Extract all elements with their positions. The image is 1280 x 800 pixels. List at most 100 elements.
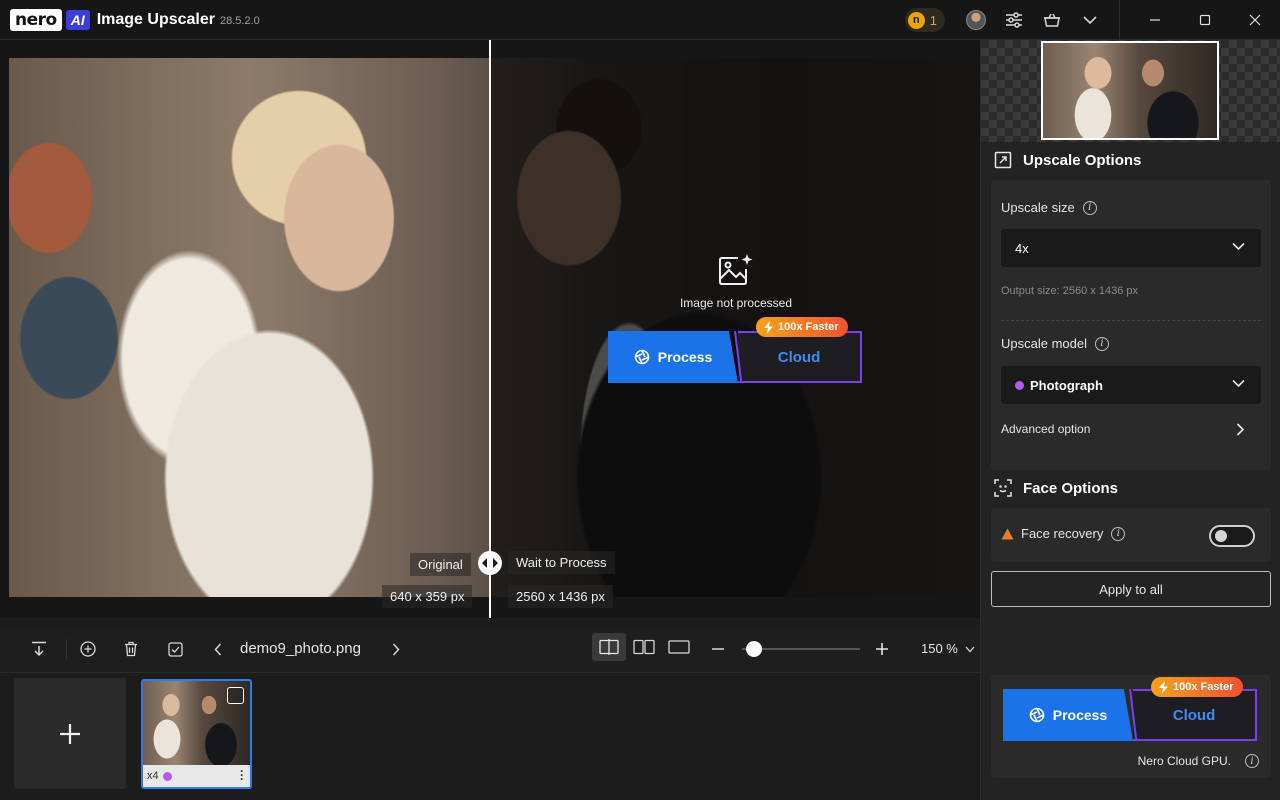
face-recovery-label: Face recovery xyxy=(1021,526,1104,541)
options-divider xyxy=(1001,320,1261,321)
plus-icon xyxy=(60,723,80,744)
download-icon xyxy=(32,641,46,657)
unprocessed-overlay xyxy=(490,58,969,597)
chevron-right-icon xyxy=(392,642,400,656)
single-view-icon xyxy=(668,640,690,654)
chevron-left-icon xyxy=(214,642,222,656)
upscale-options-card: Upscale size i 4x Output size: 2560 x 14… xyxy=(991,180,1271,470)
chevron-down-icon xyxy=(1232,379,1245,388)
bottom-toolbar: demo9_photo.png 150 % xyxy=(0,626,980,672)
previous-image-button[interactable] xyxy=(208,626,228,672)
navigator-thumbnail[interactable] xyxy=(1041,41,1219,140)
upscale-model-row: Upscale model i xyxy=(1001,336,1109,351)
add-image-button[interactable] xyxy=(76,626,100,672)
split-view-button[interactable] xyxy=(592,633,626,661)
zoom-out-button[interactable] xyxy=(708,626,728,672)
model-color-dot xyxy=(1015,380,1024,390)
output-size-text: Output size: 2560 x 1436 px xyxy=(1001,285,1138,297)
original-size-label: 640 x 359 px xyxy=(382,585,473,608)
not-processed-text: Image not processed xyxy=(679,296,793,310)
panel-faster-text: 100x Faster xyxy=(1173,681,1234,693)
zoom-slider-handle[interactable] xyxy=(745,641,762,657)
upscale-size-row: Upscale size i xyxy=(1001,200,1097,215)
store-button[interactable] xyxy=(1033,0,1071,40)
upscale-size-info-icon[interactable]: i xyxy=(1082,200,1097,215)
upscale-options-heading: Upscale Options xyxy=(993,150,1141,170)
canvas-process-button[interactable]: Process xyxy=(608,331,738,383)
single-view-button[interactable] xyxy=(662,633,696,661)
maximize-icon xyxy=(1199,14,1211,26)
compare-split-handle[interactable] xyxy=(478,551,502,575)
delete-button[interactable] xyxy=(119,626,143,672)
select-all-button[interactable] xyxy=(163,626,187,672)
current-filename: demo9_photo.png xyxy=(240,640,361,657)
add-circle-icon xyxy=(80,641,96,657)
canvas-cloud-label: Cloud xyxy=(777,348,821,366)
aperture-icon xyxy=(1029,707,1045,723)
split-view-icon xyxy=(599,639,619,655)
next-image-button[interactable] xyxy=(386,626,406,672)
cloud-gpu-row: Nero Cloud GPU. i xyxy=(1138,754,1259,768)
original-label: Original xyxy=(410,553,471,576)
plus-icon xyxy=(876,643,888,655)
chevron-down-icon xyxy=(965,646,974,653)
panel-process-group: Process Cloud 100x Faster xyxy=(1003,677,1257,743)
titlebar-actions: n 1 xyxy=(904,0,1280,40)
lightning-icon xyxy=(1159,680,1168,694)
zoom-level-select[interactable]: 150 % xyxy=(921,641,975,656)
side-by-side-icon xyxy=(633,639,655,655)
more-options-icon[interactable]: · · · xyxy=(240,765,244,785)
upscale-size-select[interactable]: 4x xyxy=(1001,229,1261,267)
warning-icon xyxy=(1001,528,1014,539)
advanced-option-label: Advanced option xyxy=(1001,422,1091,436)
panel-process-label: Process xyxy=(1052,707,1108,723)
upscale-model-select[interactable]: Photograph xyxy=(1001,366,1261,404)
more-menu-button[interactable] xyxy=(1071,0,1109,40)
advanced-option-row[interactable]: Advanced option xyxy=(1001,422,1261,436)
side-by-side-view-button[interactable] xyxy=(627,633,661,661)
face-recovery-row: Face recovery i xyxy=(1001,526,1126,541)
preview-canvas: Original 640 x 359 px Wait to Process 25… xyxy=(0,40,980,618)
panel-process-button[interactable]: Process xyxy=(1003,689,1133,741)
processed-size-label: 2560 x 1436 px xyxy=(508,585,613,608)
credit-count: 1 xyxy=(929,12,937,28)
cloud-gpu-info-icon[interactable]: i xyxy=(1245,754,1259,768)
face-recovery-toggle[interactable] xyxy=(1209,525,1255,547)
upscale-icon xyxy=(994,151,1012,169)
aperture-icon xyxy=(634,349,650,365)
credit-coin-icon: n xyxy=(907,11,925,29)
canvas-process-group: Process Cloud 100x Faster xyxy=(608,317,862,385)
lightning-icon xyxy=(764,320,773,334)
face-recovery-info-icon[interactable]: i xyxy=(1111,526,1126,541)
canvas-cloud-button[interactable]: Cloud xyxy=(738,331,862,383)
apply-to-all-button[interactable]: Apply to all xyxy=(991,571,1271,607)
chevron-right-icon xyxy=(1236,423,1245,436)
export-button[interactable] xyxy=(26,626,52,672)
maximize-button[interactable] xyxy=(1180,0,1230,40)
app-version: 28.5.2.0 xyxy=(219,15,260,27)
face-options-card: Face recovery i xyxy=(991,508,1271,562)
filmstrip-model-dot xyxy=(162,771,172,781)
compare-split-line[interactable] xyxy=(489,40,491,618)
app-window: nero AI Image Upscaler 28.5.2.0 n 1 Orig… xyxy=(0,0,1280,800)
upscale-model-info-icon[interactable]: i xyxy=(1095,336,1109,351)
add-image-tile[interactable] xyxy=(14,678,126,789)
credits-badge[interactable]: n 1 xyxy=(904,8,945,32)
close-button[interactable] xyxy=(1230,0,1280,40)
toolbar-divider xyxy=(66,639,67,659)
user-avatar-button[interactable] xyxy=(957,0,995,40)
filmstrip-item[interactable]: x4 · · · xyxy=(141,679,252,789)
filmstrip-item-checkbox[interactable] xyxy=(227,687,244,704)
sliders-icon xyxy=(1006,12,1022,28)
canvas-faster-badge: 100x Faster xyxy=(756,317,848,337)
cloud-gpu-label: Nero Cloud GPU. xyxy=(1137,754,1231,768)
app-name: Image Upscaler xyxy=(96,10,215,28)
zoom-in-button[interactable] xyxy=(872,626,892,672)
minus-icon xyxy=(712,648,724,650)
minimize-button[interactable] xyxy=(1130,0,1180,40)
close-icon xyxy=(1249,14,1261,26)
settings-button[interactable] xyxy=(995,0,1033,40)
canvas-faster-text: 100x Faster xyxy=(778,321,839,333)
panel-faster-badge: 100x Faster xyxy=(1151,677,1243,697)
chevron-down-icon xyxy=(1232,242,1245,251)
